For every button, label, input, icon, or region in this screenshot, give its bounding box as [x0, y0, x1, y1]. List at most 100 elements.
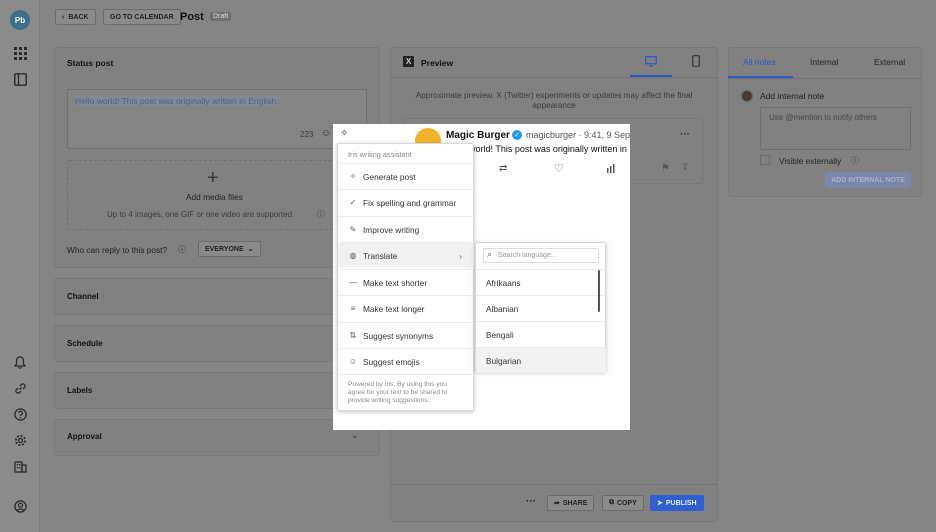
menu-item-label: Make text longer [363, 303, 425, 314]
menu-item-make-longer[interactable]: ≡ Make text longer [338, 295, 474, 321]
menu-item-generate-post[interactable]: ✧ Generate post [338, 163, 474, 189]
bell-icon[interactable] [12, 354, 28, 370]
menu-item-suggest-synonyms[interactable]: ⇅ Suggest synonyms [338, 322, 474, 348]
help-icon[interactable] [12, 406, 28, 422]
tweet-handle: magicburger · 9:41, 9 Sep [526, 130, 631, 140]
menu-item-fix-spelling[interactable]: ✓ Fix spelling and grammar [338, 189, 474, 215]
preview-title: Preview [421, 58, 454, 68]
menu-item-label: Suggest synonyms [363, 330, 434, 341]
menu-item-label: Fix spelling and grammar [363, 197, 457, 208]
language-label: Afrikaans [486, 277, 521, 288]
send-icon: ➤ [657, 500, 663, 507]
media-label: Add media files [186, 192, 243, 202]
post-text[interactable]: Hello world! This post was originally wr… [75, 96, 279, 106]
language-item-afrikaans[interactable]: Afrikaans [476, 269, 606, 295]
link-icon[interactable] [12, 380, 28, 396]
gear-icon[interactable] [12, 432, 28, 448]
publish-button-label: PUBLISH [665, 499, 697, 507]
help-icon: ⓘ [178, 245, 186, 254]
note-input[interactable]: Use @mention to notify others [760, 107, 911, 150]
chevron-down-icon[interactable]: ⌄ [351, 430, 359, 441]
language-label: Albanian [486, 303, 519, 314]
sidebar-toggle-icon[interactable] [12, 71, 28, 87]
menu-item-label: Make text shorter [363, 277, 428, 288]
tweet-more-icon[interactable]: ··· [680, 129, 690, 140]
building-icon[interactable] [12, 458, 28, 474]
minus-icon: — [349, 278, 357, 287]
tab-internal[interactable]: Internal [810, 57, 838, 67]
menu-item-improve-writing[interactable]: ✎ Improve writing [338, 216, 474, 242]
magic-wand-icon[interactable]: ✧ [340, 128, 348, 139]
preview-divider [390, 77, 718, 78]
mobile-icon[interactable] [692, 55, 700, 69]
menu-item-suggest-emojis[interactable]: ☺ Suggest emojis [338, 348, 474, 374]
labels-section[interactable] [54, 372, 380, 409]
pencil-icon: ✎ [349, 225, 357, 234]
menu-item-translate[interactable]: ◍ Translate › [338, 242, 474, 268]
share-button[interactable]: ➦ SHARE [547, 495, 595, 511]
assistant-title: Iris writing assistant [348, 150, 412, 159]
approval-section-title: Approval [67, 432, 102, 441]
chevron-left-icon: ‹ [62, 13, 65, 21]
x-logo-icon: X [403, 56, 414, 67]
page-title: Post [180, 11, 204, 23]
language-item-bengali[interactable]: Bengali [476, 321, 606, 347]
menu-item-label: Improve writing [363, 224, 420, 235]
menu-item-make-shorter[interactable]: — Make text shorter [338, 269, 474, 295]
back-button[interactable]: ‹ BACK [55, 9, 96, 25]
publish-button[interactable]: ➤ PUBLISH [650, 495, 704, 511]
copy-button-label: COPY [617, 499, 637, 507]
status-post-card [54, 47, 380, 268]
menu-item-label: Suggest emojis [363, 356, 420, 367]
add-internal-note-button[interactable]: ADD INTERNAL NOTE [825, 172, 911, 188]
bookmark-icon[interactable]: ⚑ [661, 163, 670, 174]
verified-icon: ✓ [512, 130, 522, 140]
apps-grid-icon[interactable] [12, 45, 28, 61]
channel-section-title: Channel [67, 292, 99, 301]
submenu-scrollbar[interactable] [598, 270, 600, 312]
retweet-icon[interactable]: ⇄ [499, 163, 507, 174]
media-hint: Up to 4 images, one GIF or one video are… [107, 210, 292, 219]
language-item-bulgarian[interactable]: Bulgarian [476, 347, 606, 373]
add-note-label: Add internal note [760, 91, 825, 101]
search-icon: ⌕ [487, 249, 493, 259]
emoji-icon[interactable]: ☺ [321, 128, 331, 139]
copy-icon: ⧉ [609, 499, 614, 506]
share-icon: ➦ [554, 500, 560, 507]
menu-item-label: Generate post [363, 171, 416, 182]
visible-externally-label: Visible externally [779, 156, 842, 166]
check-icon: ✓ [349, 198, 357, 207]
approval-section[interactable] [54, 419, 380, 456]
tab-all-notes[interactable]: All notes [743, 57, 776, 67]
account-icon[interactable] [12, 498, 28, 514]
chevron-right-icon: › [459, 250, 462, 261]
language-label: Bengali [486, 329, 514, 340]
lines-icon: ≡ [350, 304, 356, 313]
share-tweet-icon[interactable]: ⇪ [681, 162, 689, 173]
stats-icon[interactable] [607, 164, 617, 175]
menu-item-label: Translate [363, 250, 398, 261]
schedule-section-title: Schedule [67, 339, 103, 348]
copy-button[interactable]: ⧉ COPY [602, 495, 644, 511]
app-logo[interactable]: Pb [10, 10, 30, 30]
info-icon: ⓘ [851, 156, 859, 165]
go-to-calendar-button[interactable]: GO TO CALENDAR [103, 9, 181, 25]
reply-label: Who can reply to this post? [67, 245, 168, 255]
language-item-albanian[interactable]: Albanian [476, 295, 606, 321]
reply-select[interactable]: EVERYONE ⌄ [198, 241, 261, 257]
visible-externally-checkbox[interactable] [760, 155, 770, 165]
more-icon[interactable]: ··· [526, 496, 536, 507]
emoji-icon: ☺ [348, 357, 358, 366]
plus-icon: + [207, 167, 219, 189]
info-icon: ⓘ [317, 210, 325, 219]
tweet-name: Magic Burger [446, 130, 510, 141]
globe-icon: ◍ [349, 251, 357, 260]
tab-external[interactable]: External [874, 57, 905, 67]
char-count: 223 [300, 130, 314, 139]
back-button-label: BACK [68, 13, 89, 21]
status-badge: Draft [210, 12, 232, 21]
like-icon[interactable]: ♡ [554, 162, 564, 175]
wand-icon: ✧ [349, 172, 357, 181]
channel-section[interactable] [54, 278, 380, 315]
desktop-icon [645, 56, 657, 69]
